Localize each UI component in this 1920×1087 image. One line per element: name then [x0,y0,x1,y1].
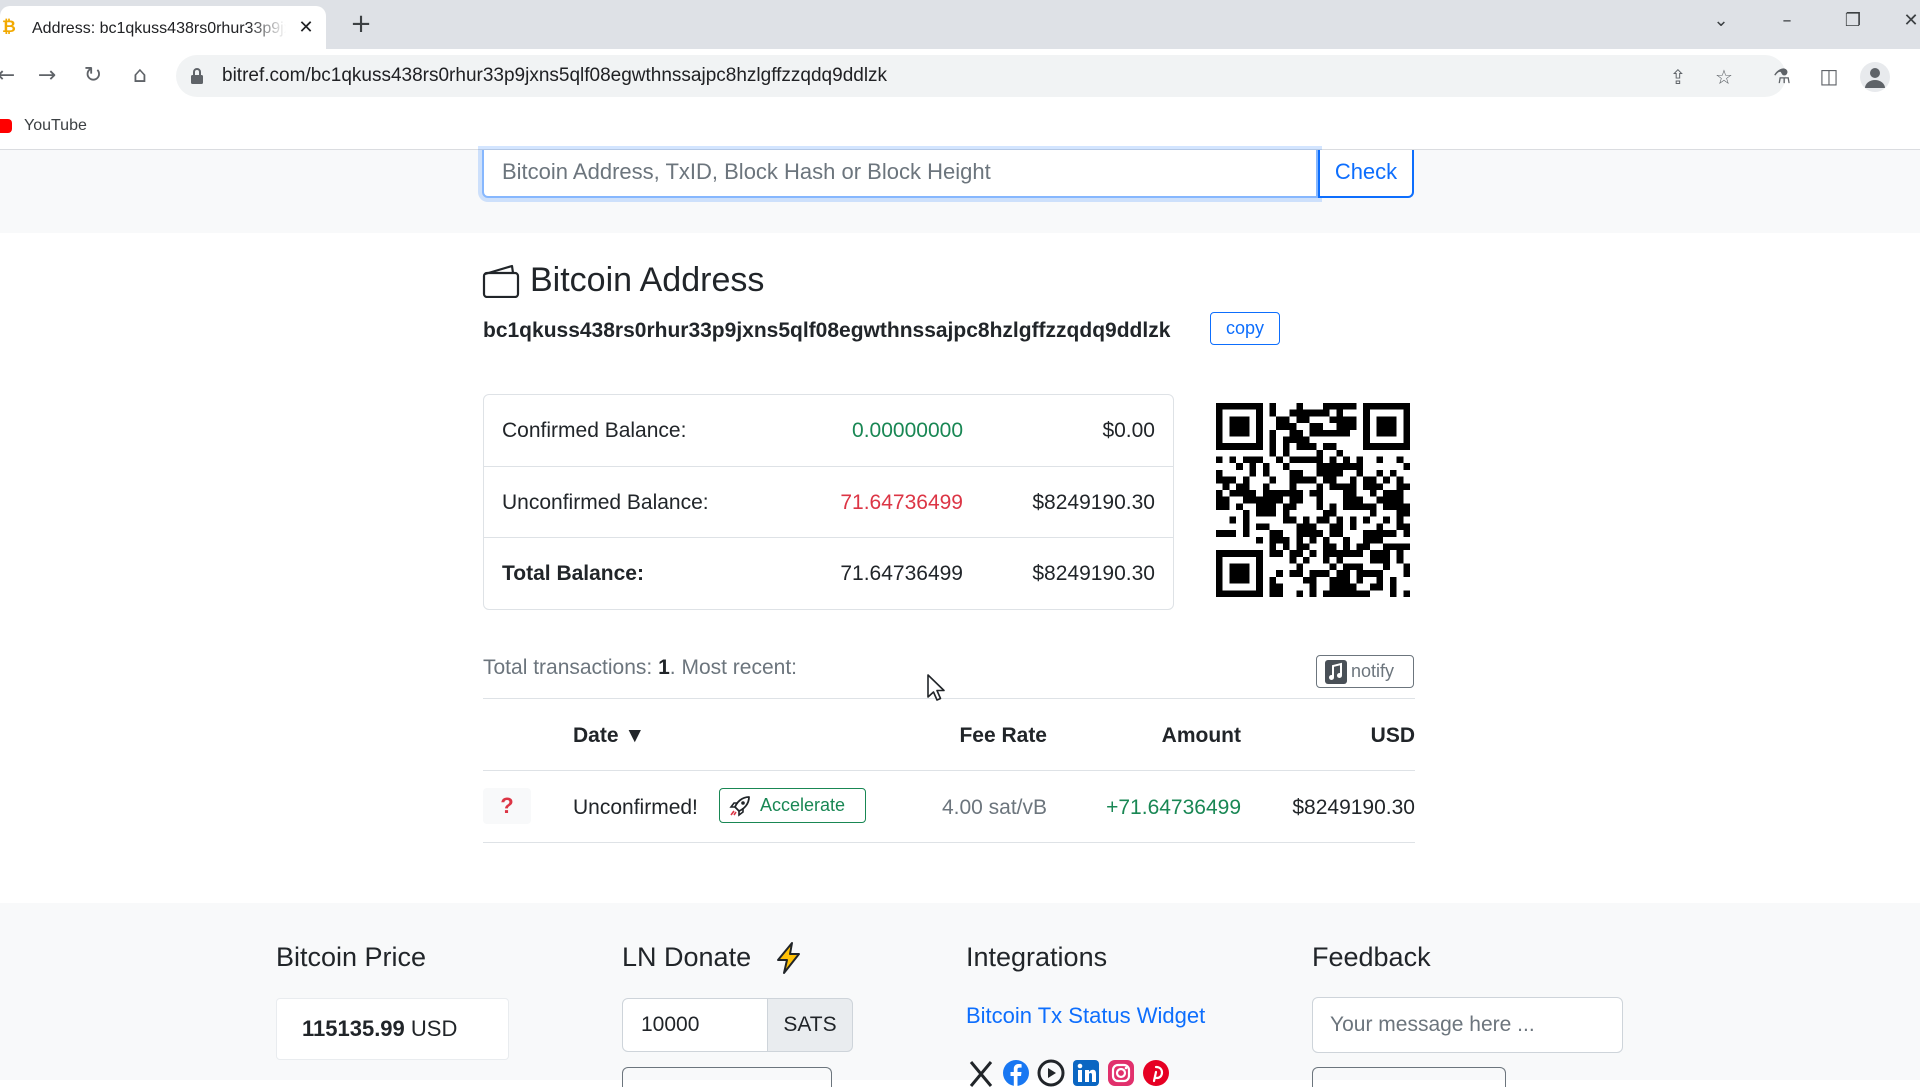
restore-icon[interactable]: ❐ [1838,8,1868,34]
feedback-input[interactable]: Your message here ... [1312,997,1623,1053]
linkedin-icon[interactable] [1072,1059,1100,1087]
bookmarks-bar: YouTube [0,104,1920,150]
feedback-submit-button[interactable] [1312,1067,1506,1087]
share-icon[interactable]: ⇪ [1665,64,1691,90]
ln-donate-title: LN Donate [622,942,752,972]
sidepanel-icon[interactable]: ◫ [1815,62,1843,90]
notify-button[interactable]: notify [1316,655,1414,688]
pinterest-icon[interactable] [1142,1059,1170,1087]
question-icon[interactable]: ? [483,788,531,824]
column-date[interactable]: Date ▼ [573,724,645,748]
copy-button[interactable]: copy [1210,312,1280,345]
confirmed-balance-row: Confirmed Balance: 0.00000000 $0.00 [484,395,1173,466]
footer: Bitcoin Price 115135.99 USD LN Donate 10… [0,903,1920,1087]
transactions-count: 1 [658,656,670,679]
price-value: 115135.99 [302,1016,405,1041]
minimize-icon[interactable]: – [1772,8,1802,34]
browser-tab[interactable]: ₿ Address: bc1qkuss438rs0rhur33p9jxns5ql… [0,6,326,49]
youtube-icon[interactable] [1037,1059,1065,1087]
star-icon[interactable]: ☆ [1711,64,1737,90]
balance-label: Unconfirmed Balance: [502,491,709,514]
browser-toolbar: ← → ↻ ⌂ bitref.com/bc1qkuss438rs0rhur33p… [0,49,1920,104]
transactions-summary: Total transactions: 1. Most recent: [483,656,797,679]
tab-title: Address: bc1qkuss438rs0rhur33p9jxns5qlf0… [32,20,286,37]
address-value: bc1qkuss438rs0rhur33p9jxns5qlf08egwthnss… [483,319,1171,342]
unconfirmed-balance-row: Unconfirmed Balance: 71.64736499 $824919… [484,466,1173,537]
lock-icon[interactable] [190,67,204,85]
close-icon[interactable]: ✕ [296,18,316,38]
donate-amount-input[interactable]: 10000 [622,998,768,1052]
accelerate-button[interactable]: Accelerate [719,788,866,823]
x-icon[interactable] [967,1059,995,1087]
balance-btc: 71.64736499 [840,491,963,514]
donate-unit: SATS [767,998,853,1052]
url-text[interactable]: bitref.com/bc1qkuss438rs0rhur33p9jxns5ql… [222,65,887,87]
tx-status-widget-link[interactable]: Bitcoin Tx Status Widget [966,1003,1205,1029]
balance-card: Confirmed Balance: 0.00000000 $0.00 Unco… [483,394,1174,610]
music-note-icon [1325,660,1347,684]
balance-label: Confirmed Balance: [502,419,687,442]
bitcoin-favicon-icon: ₿ [2,17,16,37]
rocket-icon [729,796,750,817]
tx-amount: +71.64736499 [1106,796,1241,819]
balance-usd: $0.00 [1102,419,1155,442]
feedback-title: Feedback [1312,942,1431,972]
table-header: Date ▼ Fee Rate Amount USD [483,698,1415,771]
mouse-cursor-icon [927,674,945,701]
accelerate-label: Accelerate [760,795,846,815]
check-button[interactable]: Check [1318,150,1414,198]
home-icon[interactable]: ⌂ [124,60,156,92]
bookmark-label: YouTube [24,117,87,134]
address-heading: Bitcoin Address [530,261,765,299]
chevron-down-icon[interactable]: ⌄ [1706,8,1736,34]
table-row[interactable]: ? Unconfirmed! Accelerate 4.00 sat/vB +7… [483,771,1415,843]
wallet-icon [482,264,520,298]
balance-usd: $8249190.30 [1032,562,1155,585]
price-unit: USD [410,1016,458,1041]
search-section: Bitcoin Address, TxID, Block Hash or Blo… [0,150,1920,233]
balance-btc: 0.00000000 [852,419,963,442]
search-input[interactable]: Bitcoin Address, TxID, Block Hash or Blo… [482,150,1318,198]
lightning-icon [777,942,800,974]
notify-label: notify [1351,661,1395,681]
plus-icon[interactable]: + [349,10,373,38]
tx-fee-rate: 4.00 sat/vB [941,796,1047,819]
balance-label: Total Balance: [502,562,644,585]
balance-usd: $8249190.30 [1032,491,1155,514]
instagram-icon[interactable] [1107,1059,1135,1087]
facebook-icon[interactable] [1002,1059,1030,1087]
address-bar[interactable]: bitref.com/bc1qkuss438rs0rhur33p9jxns5ql… [176,55,1786,97]
window-close-icon[interactable]: ✕ [1896,8,1920,34]
tab-strip: ₿ Address: bc1qkuss438rs0rhur33p9jxns5ql… [0,0,1920,49]
profile-icon[interactable] [1860,62,1890,92]
balance-btc: 71.64736499 [840,562,963,585]
tx-date: Unconfirmed! [573,796,698,819]
youtube-bookmark-icon [0,119,12,133]
bitcoin-price-title: Bitcoin Price [276,942,427,972]
column-usd: USD [1370,724,1415,747]
total-balance-row: Total Balance: 71.64736499 $8249190.30 [484,537,1173,608]
column-fee-rate: Fee Rate [959,724,1047,747]
integrations-title: Integrations [966,942,1108,972]
donate-button[interactable] [622,1067,832,1087]
bitcoin-price-box: 115135.99 USD [276,998,509,1060]
forward-icon[interactable]: → [31,60,63,92]
reload-icon[interactable]: ↻ [77,60,109,92]
back-icon[interactable]: ← [0,60,22,92]
column-amount: Amount [1161,724,1241,747]
qr-code-icon [1216,403,1410,597]
labs-icon[interactable]: ⚗ [1768,62,1796,90]
tx-usd: $8249190.30 [1292,796,1415,819]
